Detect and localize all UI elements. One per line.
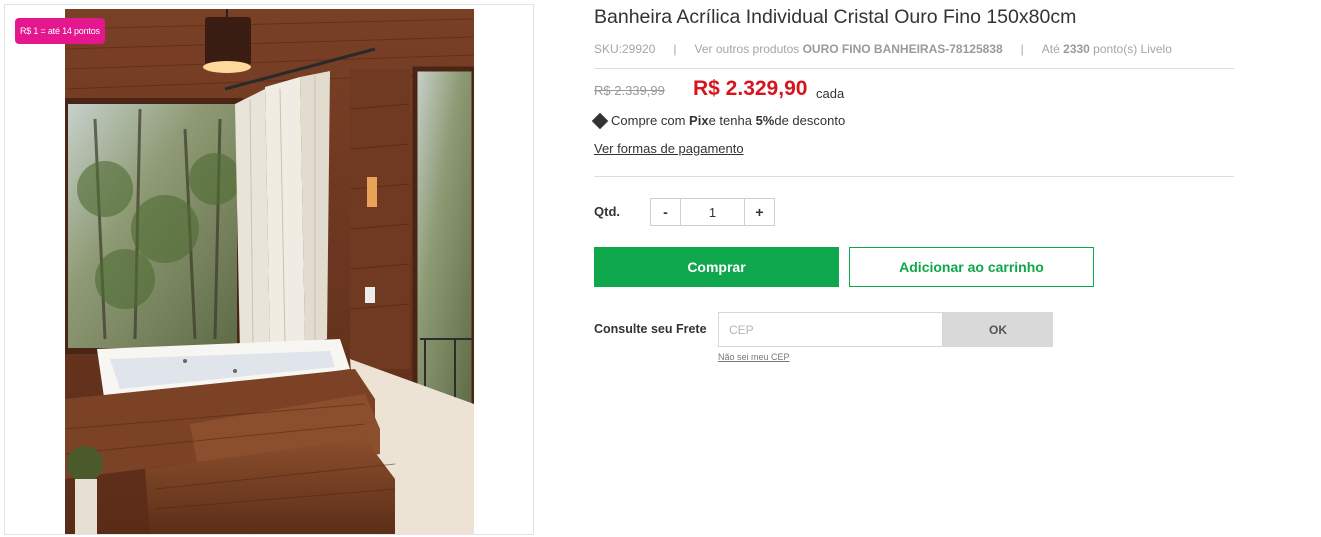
pix-suffix: de desconto (774, 113, 846, 128)
cep-input[interactable] (718, 312, 943, 347)
quantity-label: Qtd. (594, 204, 620, 219)
other-products-link[interactable]: Ver outros produtos OURO FINO BANHEIRAS-… (695, 42, 1003, 56)
shipping-label: Consulte seu Frete (594, 322, 707, 336)
product-meta: SKU:29920 | Ver outros produtos OURO FINO … (594, 42, 1172, 56)
quantity-stepper: - + (650, 198, 775, 226)
other-products-prefix: Ver outros produtos (694, 42, 803, 56)
quantity-input[interactable] (681, 199, 744, 225)
unknown-cep-link[interactable]: Não sei meu CEP (718, 352, 790, 362)
points-prefix: Até (1041, 42, 1064, 56)
points-info: Até 2330 ponto(s) Livelo (1042, 42, 1172, 56)
product-photo-illustration (65, 9, 474, 534)
pix-discount-info: Compre com Pix e tenha 5% de desconto (591, 112, 846, 129)
buy-button[interactable]: Comprar (594, 247, 839, 287)
pix-icon (591, 112, 609, 129)
sku-text: SKU:29920 (594, 42, 656, 56)
old-price: R$ 2.339,99 (594, 83, 665, 98)
price-unit: cada (816, 86, 845, 101)
pix-middle: e tenha (708, 113, 752, 128)
points-suffix: ponto(s) Livelo (1089, 42, 1172, 56)
points-badge: R$ 1 = até 14 pontos (15, 18, 105, 44)
divider (594, 176, 1234, 177)
pix-method: Pix (689, 113, 709, 128)
add-to-cart-button[interactable]: Adicionar ao carrinho (849, 247, 1094, 287)
product-photo[interactable] (65, 9, 474, 534)
payment-options-link[interactable]: Ver formas de pagamento (594, 141, 744, 156)
quantity-increase-button[interactable]: + (744, 199, 774, 225)
points-value: 2330 (1063, 42, 1090, 56)
pix-discount: 5% (755, 113, 775, 128)
pix-prefix: Compre com (611, 113, 686, 128)
product-title: Banheira Acrílica Individual Cristal Our… (594, 6, 1077, 28)
quantity-decrease-button[interactable]: - (651, 199, 681, 225)
meta-separator: | (673, 42, 677, 56)
meta-separator: | (1020, 42, 1024, 56)
divider (594, 68, 1234, 69)
product-image-frame: R$ 1 = até 14 pontos (4, 4, 534, 535)
cep-ok-button[interactable]: OK (943, 312, 1053, 347)
current-price: R$ 2.329,90 (693, 77, 808, 100)
brand-name: OURO FINO BANHEIRAS-78125838 (802, 42, 1003, 56)
